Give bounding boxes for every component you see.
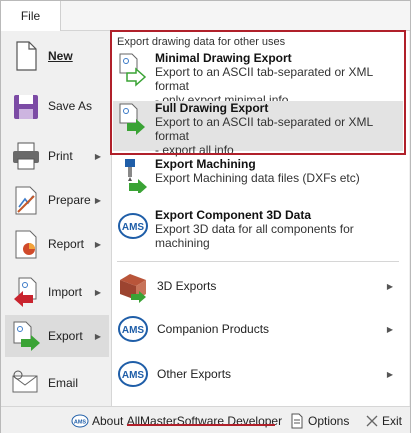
machining-icon [117, 157, 149, 195]
ams-logo-icon: AMS [117, 356, 149, 392]
svg-text:AMS: AMS [122, 370, 145, 381]
menu-save-as[interactable]: Save As [5, 85, 109, 127]
chevron-right-icon: ▶ [386, 324, 393, 334]
3d-exports-icon [117, 268, 149, 304]
chevron-right-icon: ▶ [94, 287, 101, 297]
chevron-right-icon: ▶ [386, 281, 393, 291]
export-machining-item[interactable]: Export Machining Export Machining data f… [113, 157, 403, 203]
ams-logo-icon: AMS [117, 208, 149, 244]
menu-new-label: New [48, 49, 73, 63]
menu-import[interactable]: Import ▶ [5, 271, 109, 313]
options-label: Options [308, 414, 350, 428]
file-tab[interactable]: File [1, 1, 61, 31]
exit-label: Exit [382, 414, 403, 428]
ams-logo-icon: AMS [117, 311, 149, 347]
chevron-right-icon: ▶ [94, 239, 101, 249]
export-icon [9, 319, 43, 353]
export-component-3d-item[interactable]: AMS Export Component 3D Data Export 3D d… [113, 208, 403, 258]
new-document-icon [9, 39, 43, 73]
report-icon [9, 227, 43, 261]
import-icon [9, 275, 43, 309]
menu-import-label: Import [48, 285, 83, 299]
menu-prepare[interactable]: Prepare ▶ [5, 179, 109, 221]
options-document-icon [291, 413, 303, 429]
options-button[interactable]: Options [290, 412, 349, 430]
other-exports-label: Other Exports [157, 367, 232, 381]
backstage-left-menu: New Save As Print ▶ Prepare ▶ Report ▶ I… [1, 31, 111, 406]
svg-text:AMS: AMS [122, 222, 145, 233]
menu-bar: File [1, 1, 410, 31]
other-exports-row[interactable]: AMS Other Exports ▶ [113, 353, 403, 395]
companion-products-label: Companion Products [157, 322, 270, 336]
export-component-3d-desc-1: Export 3D data for all components for [155, 222, 354, 236]
backstage-window: File New Save As Print ▶ Prepare ▶ Repor… [0, 0, 411, 433]
email-icon [9, 366, 43, 400]
companion-products-row[interactable]: AMS Companion Products ▶ [113, 308, 403, 350]
export-component-3d-title: Export Component 3D Data [155, 208, 312, 222]
highlight-underline [127, 424, 275, 426]
menu-prepare-label: Prepare [48, 193, 91, 207]
svg-text:AMS: AMS [122, 325, 145, 336]
menu-export-label: Export [48, 329, 83, 343]
menu-report-label: Report [48, 237, 85, 251]
ams-logo-icon: AMS [71, 414, 89, 428]
menu-new[interactable]: New [5, 35, 109, 77]
highlight-box [110, 30, 406, 155]
about-prefix: About [92, 414, 127, 428]
chevron-right-icon: ▶ [94, 331, 101, 341]
chevron-right-icon: ▶ [94, 151, 101, 161]
prepare-icon [9, 183, 43, 217]
menu-export[interactable]: Export ▶ [5, 315, 109, 357]
menu-email-label: Email [48, 376, 79, 390]
svg-text:AMS: AMS [74, 420, 87, 426]
divider [117, 261, 399, 262]
chevron-right-icon: ▶ [386, 369, 393, 379]
exit-button[interactable]: Exit [365, 412, 402, 430]
3d-exports-row[interactable]: 3D Exports ▶ [113, 265, 403, 307]
menu-email[interactable]: Email [5, 362, 109, 404]
save-as-icon [9, 89, 43, 123]
menu-save-as-label: Save As [48, 99, 93, 113]
3d-exports-label: 3D Exports [157, 279, 217, 293]
status-bar: AMS About AllMasterSoftware Developer Op… [1, 406, 410, 433]
chevron-right-icon: ▶ [94, 195, 101, 205]
export-component-3d-desc-2: machining [155, 236, 210, 250]
close-icon [366, 415, 378, 427]
menu-print[interactable]: Print ▶ [5, 135, 109, 177]
printer-icon [9, 139, 43, 173]
menu-report[interactable]: Report ▶ [5, 223, 109, 265]
export-machining-title: Export Machining [155, 157, 256, 171]
about-button[interactable]: AMS About AllMasterSoftware Developer [71, 412, 282, 430]
export-machining-desc: Export Machining data files (DXFs etc) [155, 171, 360, 185]
menu-print-label: Print [48, 149, 73, 163]
